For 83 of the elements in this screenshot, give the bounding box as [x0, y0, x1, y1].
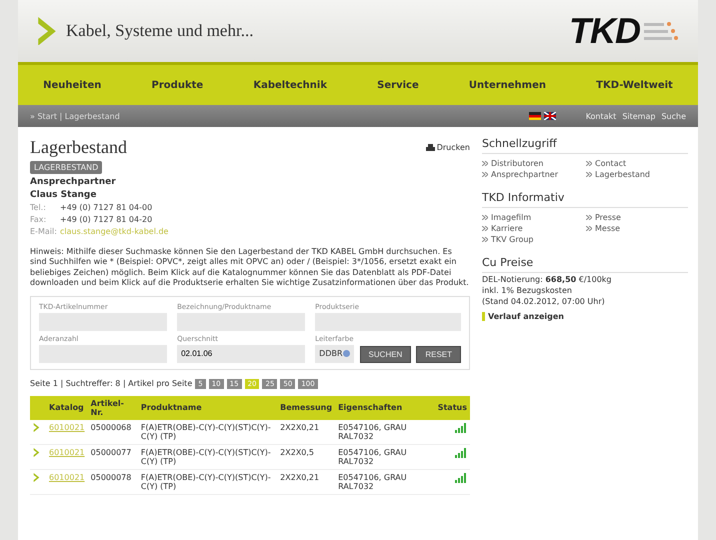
form-button[interactable]: RESET	[416, 346, 461, 363]
nav-link[interactable]: Unternehmen	[468, 80, 546, 90]
sidebar-link[interactable]: Presse	[586, 213, 688, 222]
sidebar-link[interactable]: Ansprechpartner	[482, 170, 584, 179]
sidebar-heading: Schnellzugriff	[482, 137, 688, 154]
table-cell: 2X2X0,21	[277, 469, 336, 494]
table-cell: 2X2X0,5	[277, 444, 336, 470]
nav-link[interactable]: Service	[377, 80, 419, 90]
flag-icon[interactable]	[528, 112, 541, 120]
sidebar-link[interactable]: Distributoren	[482, 159, 584, 168]
section-badge: LAGERBESTAND	[30, 161, 102, 174]
chevron-icon	[36, 16, 58, 46]
double-chevron-icon	[482, 237, 488, 242]
flag-icon[interactable]	[544, 112, 556, 120]
top-link[interactable]: Suche	[661, 112, 686, 120]
logo-stripes-icon	[644, 20, 678, 42]
signal-bars-icon	[455, 472, 467, 483]
double-chevron-icon	[586, 226, 592, 231]
table-cell: 05000078	[88, 469, 138, 494]
column-header: Katalog	[46, 396, 88, 420]
top-link[interactable]: Kontakt	[586, 112, 616, 120]
double-chevron-icon	[482, 161, 488, 166]
chevron-icon	[33, 422, 40, 432]
nav-link[interactable]: Kabeltechnik	[253, 80, 327, 90]
table-cell: F(A)ETR(OBE)-C(Y)-C(Y)(ST)C(Y)-C(Y) (TP)	[138, 444, 278, 470]
column-header: Artikel-Nr.	[88, 396, 138, 420]
sidebar-link[interactable]: Contact	[586, 159, 688, 168]
logo[interactable]: TKD	[569, 10, 640, 52]
contact-label: Tel.:	[30, 203, 47, 212]
slogan: Kabel, Systeme und mehr...	[66, 21, 254, 41]
column-header: Produktname	[138, 396, 278, 420]
signal-bars-icon	[455, 422, 467, 433]
double-chevron-icon	[482, 215, 488, 220]
table-cell: E0547106, GRAU RAL7032	[335, 444, 435, 470]
sidebar-link[interactable]: Lagerbestand	[586, 170, 688, 179]
double-chevron-icon	[586, 215, 592, 220]
contact-label: E-Mail:	[30, 227, 58, 236]
price-line: inkl. 1% Bezugskosten	[482, 286, 573, 295]
printer-icon	[426, 144, 435, 152]
sidebar-link[interactable]: Imagefilm	[482, 213, 584, 222]
price-line: (Stand 04.02.2012, 07:00 Uhr)	[482, 297, 606, 306]
double-chevron-icon	[482, 226, 488, 231]
table-cell: F(A)ETR(OBE)-C(Y)-C(Y)(ST)C(Y)-C(Y) (TP)	[138, 469, 278, 494]
form-button[interactable]: SUCHEN	[360, 346, 412, 363]
contact-value: +49 (0) 7127 81 04-20	[60, 215, 152, 224]
sidebar-link[interactable]: Karriere	[482, 224, 584, 233]
nav-link[interactable]: Neuheiten	[43, 80, 102, 90]
results-summary: Seite 1 | Suchtreffer: 8 | Artikel pro Seite	[30, 379, 192, 388]
column-header: Eigenschaften	[335, 396, 435, 420]
table-cell: 2X2X0,21	[277, 420, 336, 444]
contact-label: Fax:	[30, 215, 48, 224]
dropdown-icon	[342, 350, 350, 358]
sidebar-heading: Cu Preise	[482, 256, 688, 273]
sidebar-heading: TKD Informativ	[482, 191, 688, 208]
select-field[interactable]: DDBR	[315, 344, 354, 363]
table-cell: E0547106, GRAU RAL7032	[335, 420, 435, 444]
table-cell: E0547106, GRAU RAL7032	[335, 469, 435, 494]
double-chevron-icon	[482, 172, 488, 177]
nav-link[interactable]: Produkte	[152, 80, 204, 90]
input-field[interactable]: 02.01.06	[177, 344, 306, 363]
sidebar-link[interactable]: TKV Group	[482, 235, 584, 244]
double-chevron-icon	[586, 172, 592, 177]
history-link[interactable]: Verlauf anzeigen	[482, 312, 688, 321]
price-line: DEL-Notierung: 668,50 €/100kg	[482, 275, 613, 284]
top-link[interactable]: Sitemap	[622, 112, 656, 120]
page-title: Lagerbestand	[30, 137, 127, 158]
table-cell: F(A)ETR(OBE)-C(Y)-C(Y)(ST)C(Y)-C(Y) (TP)	[138, 420, 278, 444]
contact-heading: Ansprechpartner	[30, 177, 117, 187]
chevron-icon	[33, 472, 40, 482]
column-header: Status	[434, 396, 470, 420]
column-header: Bemessung	[277, 396, 336, 420]
breadcrumb: » Start | Lagerbestand	[30, 112, 120, 120]
table-cell: 05000077	[88, 444, 138, 470]
double-chevron-icon	[586, 161, 592, 166]
contact-value: +49 (0) 7127 81 04-00	[60, 203, 152, 212]
table-cell: 05000068	[88, 420, 138, 444]
signal-bars-icon	[455, 448, 467, 458]
chevron-icon	[33, 448, 40, 457]
nav-link[interactable]: TKD-Weltweit	[596, 80, 673, 90]
sidebar-link[interactable]: Messe	[586, 224, 688, 233]
contact-name: Claus Stange	[30, 190, 98, 200]
hint-paragraph: Hinweis: Mithilfe dieser Suchmaske können Sie den Lagerbestand der TKD KABEL GmbH durchsuchen. Es sind Suchhilfen wie * (Beispiel: OPVC*, zeigt alles mit OPVC an) oder / (Beispiel: 3*/1056, ersetzt exakt ein beliebiges Zeichen) möglich. Beim Klick auf die Katalognummer können Sie das Datenblatt als PDF-Datei downloaden und beim Klick auf die Produktserie erhalten Sie wichtige Zusatzinformationen über das Produkt.	[30, 247, 470, 289]
print-link[interactable]: Drucken	[426, 143, 470, 152]
